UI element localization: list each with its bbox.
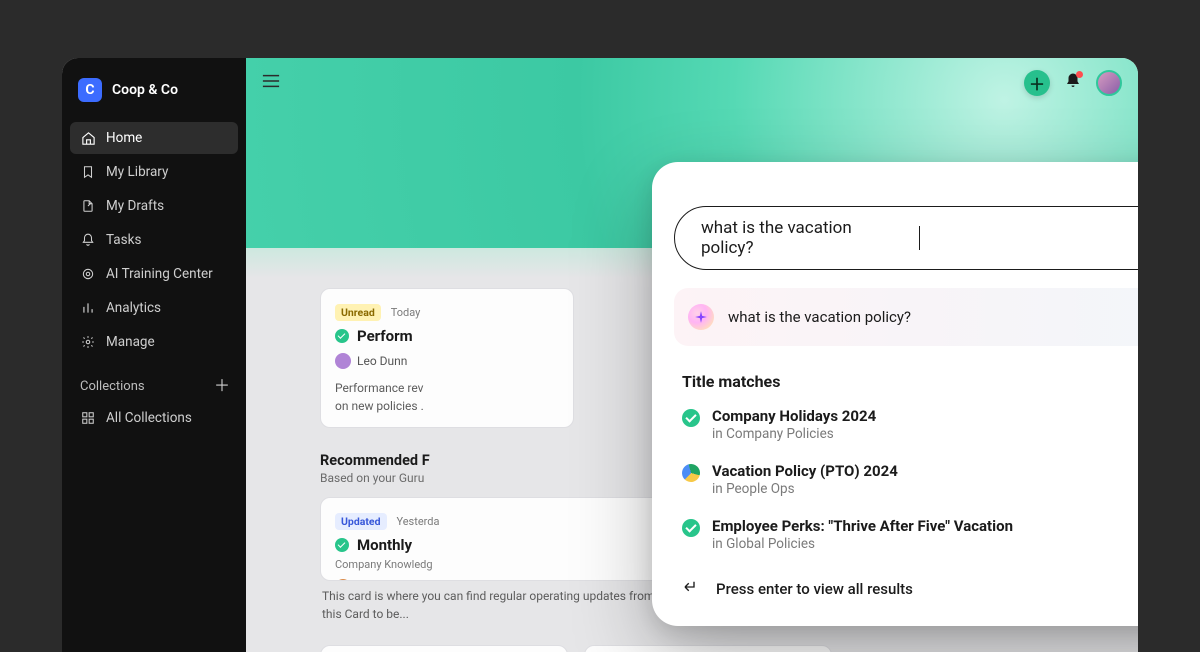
text-cursor-icon [919, 226, 920, 250]
bookmark-icon [80, 164, 96, 180]
nav-my-library[interactable]: My Library [70, 156, 238, 188]
card-title: Monthly [357, 536, 412, 554]
gdrive-icon [680, 462, 702, 484]
ai-suggestion-bar[interactable]: what is the vacation policy? Ask [674, 288, 1138, 346]
result-collection: in Company Policies [712, 426, 876, 442]
nav-manage[interactable]: Manage [70, 326, 238, 358]
collections-header: Collections ＋ [62, 358, 246, 402]
search-result[interactable]: Employee Perks: "Thrive After Five" Vaca… [652, 507, 1138, 562]
card-date: Today [391, 306, 421, 319]
enter-hint-text: Press enter to view all results [716, 580, 913, 598]
card-title: Perform [357, 327, 413, 345]
brand-name: Coop & Co [112, 82, 178, 98]
feed-card[interactable]: Updated 2 days ago Ongoing Messaging Tes… [320, 645, 568, 652]
notifications-button[interactable] [1064, 72, 1082, 94]
sidebar: C Coop & Co Home My Library My Drafts Ta… [62, 58, 246, 652]
main-area: ＋ Unread Today Perform Leo Dunn Performa… [246, 58, 1138, 652]
add-collection-button[interactable]: ＋ [214, 378, 230, 394]
grid-icon [80, 410, 96, 426]
nav-tasks[interactable]: Tasks [70, 224, 238, 256]
search-input[interactable]: what is the vacation policy? [701, 218, 907, 258]
card-author: Madelyn Bu [357, 580, 419, 581]
unread-badge: Unread [335, 304, 381, 321]
result-title: Vacation Policy (PTO) 2024 [712, 462, 898, 480]
primary-nav: Home My Library My Drafts Tasks AI Train… [62, 122, 246, 358]
nav-label: AI Training Center [106, 266, 213, 282]
verified-icon [682, 409, 700, 427]
nav-label: Home [106, 130, 142, 146]
sidebar-toggle-button[interactable] [258, 68, 284, 97]
card-desc: Performance rev on new policies . [335, 379, 559, 415]
card-author: Leo Dunn [357, 354, 407, 368]
verified-icon [682, 519, 700, 537]
verified-icon [335, 538, 349, 552]
announcement-card[interactable]: Unread Today Perform Leo Dunn Performanc… [320, 288, 574, 428]
target-icon [80, 266, 96, 282]
app-window: C Coop & Co Home My Library My Drafts Ta… [62, 58, 1138, 652]
view-all-results[interactable]: Press enter to view all results [652, 562, 1138, 606]
draft-icon [80, 198, 96, 214]
author-avatar-icon [335, 579, 351, 581]
gear-icon [80, 334, 96, 350]
brand[interactable]: C Coop & Co [62, 78, 246, 122]
updated-badge: Updated [335, 513, 387, 530]
feed-card[interactable]: 4 days ago Company All Hands Recordings [584, 645, 832, 652]
notification-dot-icon [1076, 71, 1083, 78]
nav-label: Analytics [106, 300, 161, 316]
result-collection: in People Ops [712, 481, 898, 497]
search-modal: what is the vacation policy? what is the… [652, 162, 1138, 626]
card-date: Yesterda [396, 515, 439, 528]
nav-label: All Collections [106, 410, 192, 426]
home-icon [80, 130, 96, 146]
result-collection: in Global Policies [712, 536, 1013, 552]
verified-icon [335, 329, 349, 343]
result-title: Employee Perks: "Thrive After Five" Vaca… [712, 517, 1013, 535]
nav-my-drafts[interactable]: My Drafts [70, 190, 238, 222]
nav-analytics[interactable]: Analytics [70, 292, 238, 324]
nav-label: My Drafts [106, 198, 164, 214]
suggestion-text: what is the vacation policy? [728, 308, 1125, 326]
nav-all-collections[interactable]: All Collections [70, 402, 238, 434]
title-matches-header: Title matches [682, 372, 1138, 391]
collections-nav: All Collections [62, 402, 246, 434]
ai-spark-icon [688, 304, 714, 330]
brand-logo-icon: C [78, 78, 102, 102]
search-result[interactable]: Company Holidays 2024 in Company Policie… [652, 397, 1138, 452]
nav-ai-training[interactable]: AI Training Center [70, 258, 238, 290]
collections-label: Collections [80, 379, 145, 394]
search-result[interactable]: Vacation Policy (PTO) 2024 in People Ops [652, 452, 1138, 507]
nav-label: My Library [106, 164, 168, 180]
search-field[interactable]: what is the vacation policy? [674, 206, 1138, 270]
bell-icon [80, 232, 96, 248]
bars-icon [80, 300, 96, 316]
create-button[interactable]: ＋ [1024, 70, 1050, 96]
nav-home[interactable]: Home [70, 122, 238, 154]
top-bar: ＋ [258, 68, 1122, 97]
nav-label: Tasks [106, 232, 141, 248]
enter-key-icon [682, 578, 700, 600]
result-title: Company Holidays 2024 [712, 407, 876, 425]
nav-label: Manage [106, 334, 155, 350]
user-avatar[interactable] [1096, 70, 1122, 96]
author-avatar-icon [335, 353, 351, 369]
